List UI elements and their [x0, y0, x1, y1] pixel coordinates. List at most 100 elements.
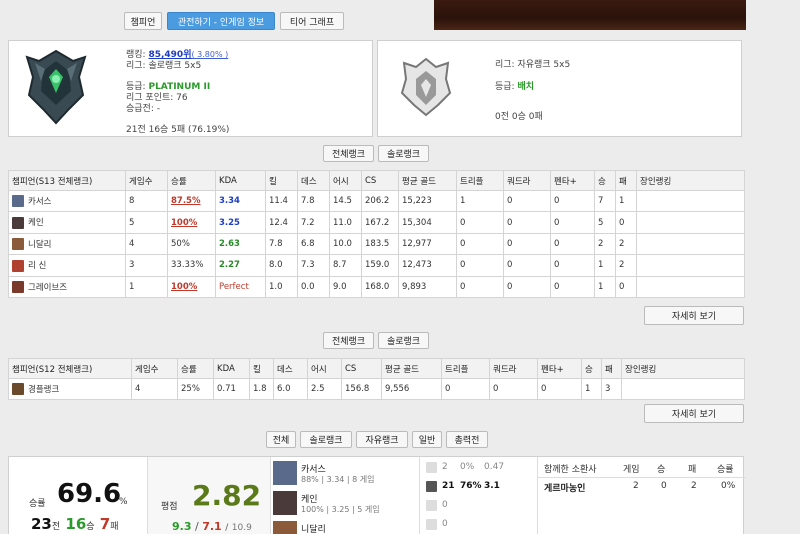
match-filter-flex[interactable]: 자유랭크: [356, 431, 408, 448]
s13-header-3[interactable]: KDA: [215, 170, 266, 191]
s13-filter-solo[interactable]: 솔로랭크: [378, 145, 429, 162]
s12-header-11[interactable]: 펜타+: [537, 358, 582, 379]
recent-champion-item[interactable]: 니달리: [271, 519, 419, 534]
duo-name[interactable]: 게르마농인: [544, 481, 585, 494]
champion-portrait-icon[interactable]: [273, 521, 297, 534]
champion-portrait-icon[interactable]: [12, 216, 24, 229]
winrate-unit: %: [119, 497, 128, 507]
recent-champion-item[interactable]: 케인 100% | 3.25 | 5 게임: [271, 489, 419, 517]
s13-cell-triple: 0: [456, 254, 504, 277]
s13-filter-all[interactable]: 전체랭크: [323, 145, 374, 162]
s13-header-6[interactable]: 어시: [329, 170, 362, 191]
s12-filter-solo[interactable]: 솔로랭크: [378, 332, 429, 349]
s12-more-button[interactable]: 자세히 보기: [644, 404, 744, 423]
s12-cell-winrate: 25%: [177, 377, 214, 401]
s13-header-9[interactable]: 트리플: [456, 170, 504, 191]
s13-cell-w: 7: [594, 189, 616, 213]
s13-more-button[interactable]: 자세히 보기: [644, 306, 744, 325]
champion-portrait-icon[interactable]: [273, 491, 297, 515]
s13-cell-games: 5: [125, 211, 168, 234]
s13-cell-cs: 167.2: [361, 211, 399, 234]
champion-portrait-icon[interactable]: [12, 259, 24, 272]
tab-tier-graph[interactable]: 티어 그래프: [280, 12, 344, 30]
s12-header-13[interactable]: 패: [601, 358, 622, 379]
s13-header-12[interactable]: 승: [594, 170, 616, 191]
s12-header-1[interactable]: 게임수: [131, 358, 178, 379]
s13-value-d: 0.0: [301, 281, 315, 292]
s13-value-a: 14.5: [333, 196, 352, 207]
s13-header-1[interactable]: 게임수: [125, 170, 168, 191]
s13-cell-k: 8.0: [265, 254, 298, 277]
s13-cell-k: 1.0: [265, 275, 298, 298]
tab-spectate[interactable]: 관전하기 - 인게임 정보: [167, 12, 275, 30]
match-filter-aram[interactable]: 총력전: [446, 431, 488, 448]
champion-name[interactable]: 리 신: [28, 261, 46, 271]
s13-cell-champ[interactable]: 케인: [8, 211, 126, 234]
s13-cell-quadra: 0: [503, 211, 551, 234]
s13-cell-champ[interactable]: 리 신: [8, 254, 126, 277]
s12-header-8[interactable]: 평균 골드: [381, 358, 442, 379]
s13-header-5[interactable]: 데스: [297, 170, 330, 191]
s13-header-10[interactable]: 쿼드라: [503, 170, 551, 191]
s13-cell-quadra: 0: [503, 275, 551, 298]
s13-header-11[interactable]: 펜타+: [550, 170, 595, 191]
table-row: 그레이브즈 1 100% Perfect 1.0 0.0 9.0 168.0 9,893 0 0 0 1…: [8, 275, 745, 298]
s12-header-9[interactable]: 트리플: [441, 358, 490, 379]
s12-cell-champ[interactable]: 경플랭크: [8, 377, 132, 401]
s12-header-5[interactable]: 데스: [273, 358, 308, 379]
s12-header-0[interactable]: 챔피언(S12 전체랭크): [8, 358, 132, 379]
s12-filter-all[interactable]: 전체랭크: [323, 332, 374, 349]
s13-header-14[interactable]: 장인랭킹: [636, 170, 745, 191]
s13-cell-champ[interactable]: 그레이브즈: [8, 275, 126, 298]
s13-header-8[interactable]: 평균 골드: [398, 170, 457, 191]
s13-cell-champ[interactable]: 카서스: [8, 189, 126, 213]
s12-header-12[interactable]: 승: [581, 358, 602, 379]
s13-cell-champ[interactable]: 니달리: [8, 232, 126, 256]
s13-cell-cs: 168.0: [361, 275, 399, 298]
champion-name[interactable]: 케인: [28, 218, 44, 228]
s13-cell-w: 1: [594, 275, 616, 298]
s12-cell-penta: 0: [537, 377, 582, 401]
table-row: 케인 5 100% 3.25 12.4 7.2 11.0 167.2 15,304 0 0 0 5 0: [8, 211, 745, 234]
winrate-label: 승률: [29, 499, 46, 509]
s13-header-4[interactable]: 킬: [265, 170, 298, 191]
s12-header-2[interactable]: 승률: [177, 358, 214, 379]
s13-cell-kda: 2.63: [215, 232, 266, 256]
s13-cell-rank: [636, 232, 745, 256]
champion-portrait-icon[interactable]: [12, 383, 24, 396]
champion-name[interactable]: 카서스: [28, 197, 51, 207]
s13-cell-games: 8: [125, 189, 168, 213]
champion-portrait-icon[interactable]: [12, 195, 24, 208]
champion-portrait-icon[interactable]: [12, 238, 24, 251]
s13-header-2[interactable]: 승률: [167, 170, 216, 191]
s12-header-14[interactable]: 장인랭킹: [621, 358, 745, 379]
s13-header-13[interactable]: 패: [615, 170, 637, 191]
s12-header-10[interactable]: 쿼드라: [489, 358, 538, 379]
s13-value-d: 7.2: [301, 217, 315, 228]
s13-value-l: 0: [619, 217, 625, 228]
s12-value-gold: 9,556: [385, 384, 410, 395]
s13-cell-quadra: 0: [503, 189, 551, 213]
s13-cell-rank: [636, 254, 745, 277]
s13-header-7[interactable]: CS: [361, 170, 399, 191]
champion-portrait-icon[interactable]: [12, 281, 24, 293]
champion-portrait-icon[interactable]: [273, 461, 297, 485]
s13-cell-penta: 0: [550, 254, 595, 277]
s12-header-3[interactable]: KDA: [213, 358, 250, 379]
s12-header-7[interactable]: CS: [341, 358, 382, 379]
s12-header-6[interactable]: 어시: [307, 358, 342, 379]
match-filter-normal[interactable]: 일반: [412, 431, 442, 448]
s13-header-0[interactable]: 챔피언(S13 전체랭크): [8, 170, 126, 191]
champion-name[interactable]: 니달리: [28, 240, 51, 250]
recent-champion-item[interactable]: 카서스 88% | 3.34 | 8 게임: [271, 459, 419, 487]
s12-cell-quadra: 0: [489, 377, 538, 401]
match-filter-all[interactable]: 전체: [266, 431, 296, 448]
champion-name[interactable]: 경플랭크: [28, 385, 59, 395]
tab-champion[interactable]: 챔피언: [124, 12, 162, 30]
match-filter-solo[interactable]: 솔로랭크: [300, 431, 352, 448]
champion-name[interactable]: 그레이브즈: [28, 283, 67, 293]
s13-value-d: 7.3: [301, 260, 315, 271]
s13-cell-gold: 9,893: [398, 275, 457, 298]
s13-value-k: 1.0: [269, 281, 283, 292]
s12-header-4[interactable]: 킬: [249, 358, 274, 379]
